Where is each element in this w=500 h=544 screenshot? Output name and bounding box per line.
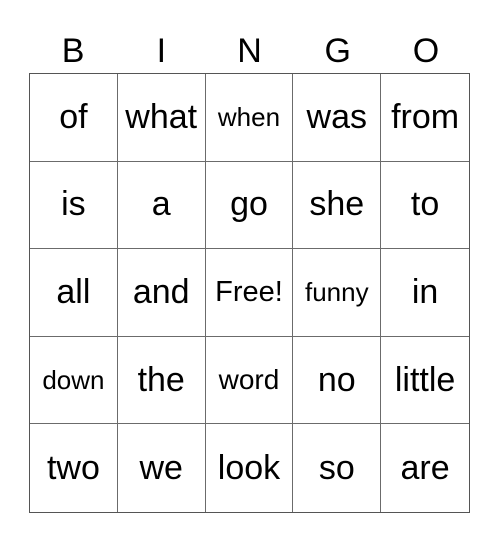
bingo-cell[interactable]: from [381,74,469,162]
bingo-cell[interactable]: go [205,161,294,250]
bingo-cell[interactable]: in [381,249,469,337]
bingo-cell[interactable]: the [117,336,206,425]
bingo-cell[interactable]: look [206,424,294,512]
bingo-cell[interactable]: what [117,74,206,162]
bingo-cell[interactable]: was [293,74,382,162]
bingo-cell[interactable]: is [30,161,118,250]
header-letter-i: I [156,32,167,70]
bingo-cell[interactable]: when [205,74,294,162]
bingo-cell[interactable]: two [30,424,118,512]
bingo-cell[interactable]: are [381,424,469,512]
bingo-grid: of what when was from is a go she to all… [29,73,470,513]
bingo-cell[interactable]: of [30,74,118,162]
header-letter-n: N [237,32,262,70]
bingo-cell[interactable]: to [381,162,469,250]
bingo-cell[interactable]: word [205,336,294,425]
bingo-cell[interactable]: funny [293,249,382,337]
header-letter-b: B [61,32,85,70]
bingo-cell[interactable]: we [118,424,206,512]
bingo-header: B I N G O [29,30,470,73]
free-space-cell[interactable]: Free! [205,249,294,337]
bingo-cell[interactable]: little [381,337,469,425]
bingo-cell[interactable]: down [30,336,118,425]
header-letter-o: O [412,32,440,70]
bingo-cell[interactable]: no [293,336,382,425]
bingo-cell[interactable]: all [30,249,118,337]
header-letter-g: G [324,32,351,70]
bingo-cell[interactable]: a [117,161,206,250]
bingo-cell[interactable]: so [293,424,382,512]
bingo-cell[interactable]: and [117,249,206,337]
bingo-cell[interactable]: she [293,161,382,250]
